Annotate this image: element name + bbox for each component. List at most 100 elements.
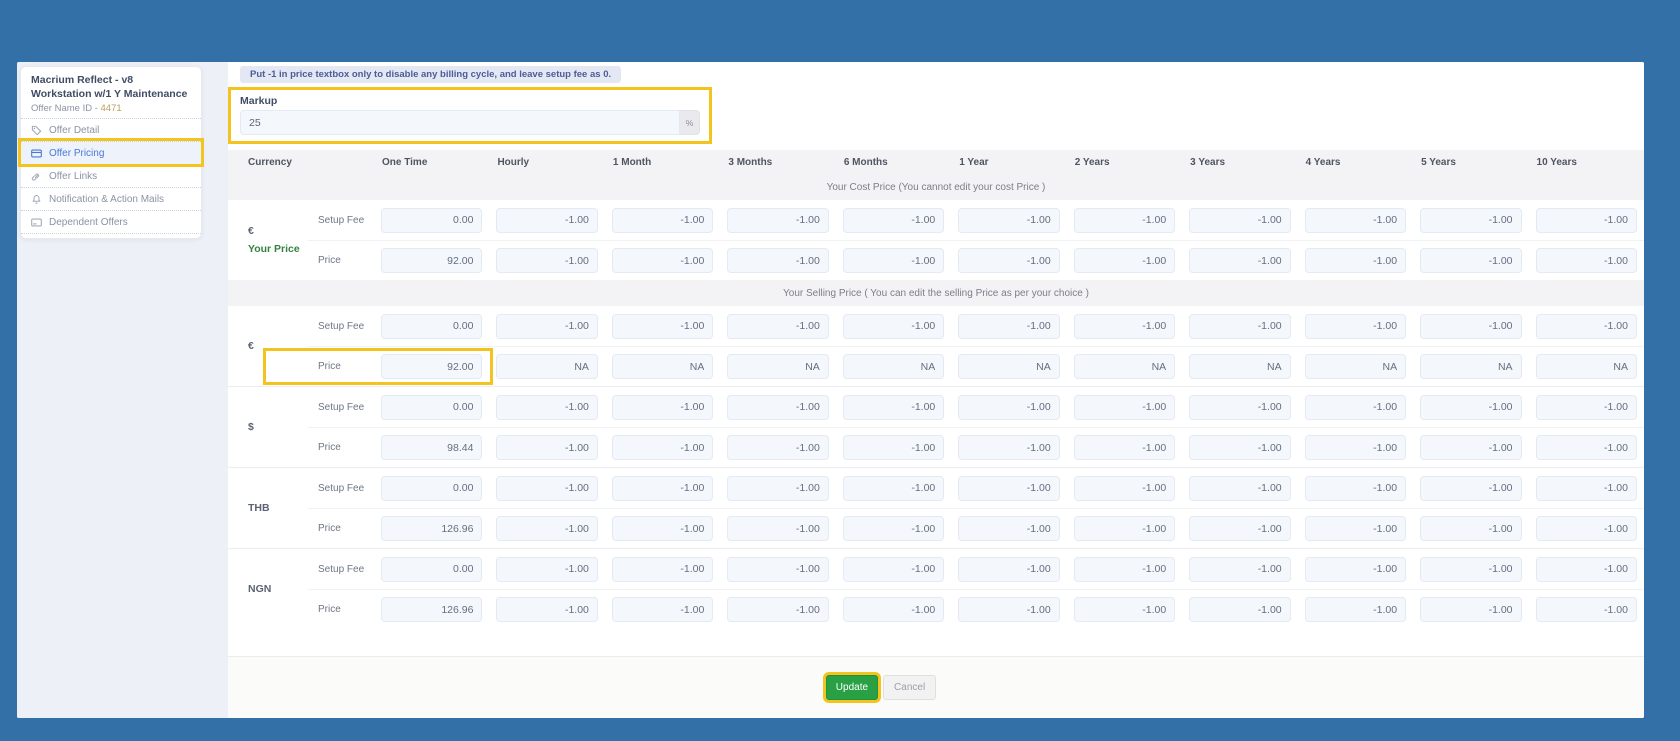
setup-fee-input[interactable] [1189,314,1290,339]
setup-fee-input[interactable] [727,557,828,582]
price-input[interactable] [1536,597,1637,622]
setup-fee-input[interactable] [1536,314,1637,339]
setup-fee-input[interactable] [1305,557,1406,582]
price-cell [1067,476,1182,501]
price-input[interactable] [1420,516,1521,541]
price-input[interactable] [1420,435,1521,460]
price-cell [1529,597,1644,622]
setup-fee-input[interactable] [496,314,597,339]
setup-fee-input[interactable] [958,476,1059,501]
price-input[interactable] [1305,435,1406,460]
price-input[interactable] [1074,516,1175,541]
setup-fee-input[interactable] [958,395,1059,420]
setup-fee-input[interactable] [381,395,482,420]
sidebar-item-offer-links[interactable]: Offer Links [21,164,201,187]
setup-fee-input[interactable] [1189,557,1290,582]
setup-fee-input[interactable] [1536,395,1637,420]
price-input[interactable] [843,516,944,541]
setup-fee-input[interactable] [1420,476,1521,501]
setup-fee-input[interactable] [1420,395,1521,420]
price-input[interactable] [1305,597,1406,622]
update-button[interactable]: Update [826,675,878,700]
setup-fee-input[interactable] [727,314,828,339]
price-input[interactable] [381,597,482,622]
price-input[interactable] [1189,435,1290,460]
price-input[interactable] [381,354,482,379]
setup-fee-input[interactable] [1305,314,1406,339]
setup-fee-input[interactable] [958,557,1059,582]
price-input[interactable] [958,435,1059,460]
price-input[interactable] [1305,354,1406,379]
sidebar-item-offer-pricing[interactable]: Offer Pricing [21,141,201,164]
price-input[interactable] [727,597,828,622]
price-input[interactable] [496,435,597,460]
setup-fee-input[interactable] [1420,557,1521,582]
cancel-button[interactable]: Cancel [883,675,936,700]
setup-fee-input[interactable] [1420,314,1521,339]
price-input[interactable] [381,516,482,541]
price-input[interactable] [612,597,713,622]
setup-fee-input[interactable] [381,557,482,582]
price-input[interactable] [958,597,1059,622]
price-input[interactable] [496,516,597,541]
price-input[interactable] [1074,597,1175,622]
setup-fee-input[interactable] [381,314,482,339]
setup-fee-input[interactable] [612,476,713,501]
price-input[interactable] [612,516,713,541]
sidebar-item-dependent-offers[interactable]: Dependent Offers [21,210,201,233]
setup-fee-input[interactable] [381,476,482,501]
price-input[interactable] [1189,354,1290,379]
setup-fee-input[interactable] [496,557,597,582]
price-input[interactable] [727,435,828,460]
price-input[interactable] [381,435,482,460]
setup-fee-input[interactable] [1074,476,1175,501]
price-input[interactable] [1536,435,1637,460]
price-input[interactable] [727,516,828,541]
setup-fee-input[interactable] [1536,557,1637,582]
setup-fee-input[interactable] [1189,476,1290,501]
setup-fee-input[interactable] [612,557,713,582]
setup-fee-input[interactable] [1074,557,1175,582]
price-input[interactable] [1189,516,1290,541]
setup-fee-input[interactable] [1074,395,1175,420]
setup-fee-input[interactable] [843,395,944,420]
setup-fee-input[interactable] [1074,314,1175,339]
price-input[interactable] [1536,516,1637,541]
price-input[interactable] [1074,435,1175,460]
price-input[interactable] [1189,597,1290,622]
price-input[interactable] [1536,354,1637,379]
price-input[interactable] [1420,597,1521,622]
setup-fee-input[interactable] [612,395,713,420]
price-input[interactable] [612,435,713,460]
setup-fee-input[interactable] [1305,476,1406,501]
price-input[interactable] [496,354,597,379]
price-input[interactable] [958,516,1059,541]
price-input[interactable] [612,354,713,379]
sidebar-item-offer-detail[interactable]: Offer Detail [21,118,201,141]
setup-fee-input[interactable] [1536,476,1637,501]
price-input[interactable] [843,435,944,460]
setup-fee-input[interactable] [612,314,713,339]
setup-fee-input[interactable] [843,557,944,582]
price-input[interactable] [843,597,944,622]
setup-fee-input[interactable] [1189,395,1290,420]
price-input[interactable] [727,354,828,379]
sidebar-item-notification-action-mails[interactable]: Notification & Action Mails [21,187,201,210]
setup-fee-input[interactable] [1305,395,1406,420]
price-input[interactable] [1074,354,1175,379]
setup-fee-input[interactable] [496,395,597,420]
setup-fee-input[interactable] [727,395,828,420]
price-input[interactable] [1420,354,1521,379]
setup-fee-input[interactable] [727,476,828,501]
price-input [843,248,944,273]
setup-fee-input[interactable] [496,476,597,501]
markup-input[interactable] [240,110,680,135]
setup-fee-input[interactable] [843,314,944,339]
price-input[interactable] [843,354,944,379]
price-cell [1067,208,1182,233]
price-input[interactable] [496,597,597,622]
setup-fee-input[interactable] [958,314,1059,339]
price-input[interactable] [1305,516,1406,541]
setup-fee-input[interactable] [843,476,944,501]
price-input[interactable] [958,354,1059,379]
